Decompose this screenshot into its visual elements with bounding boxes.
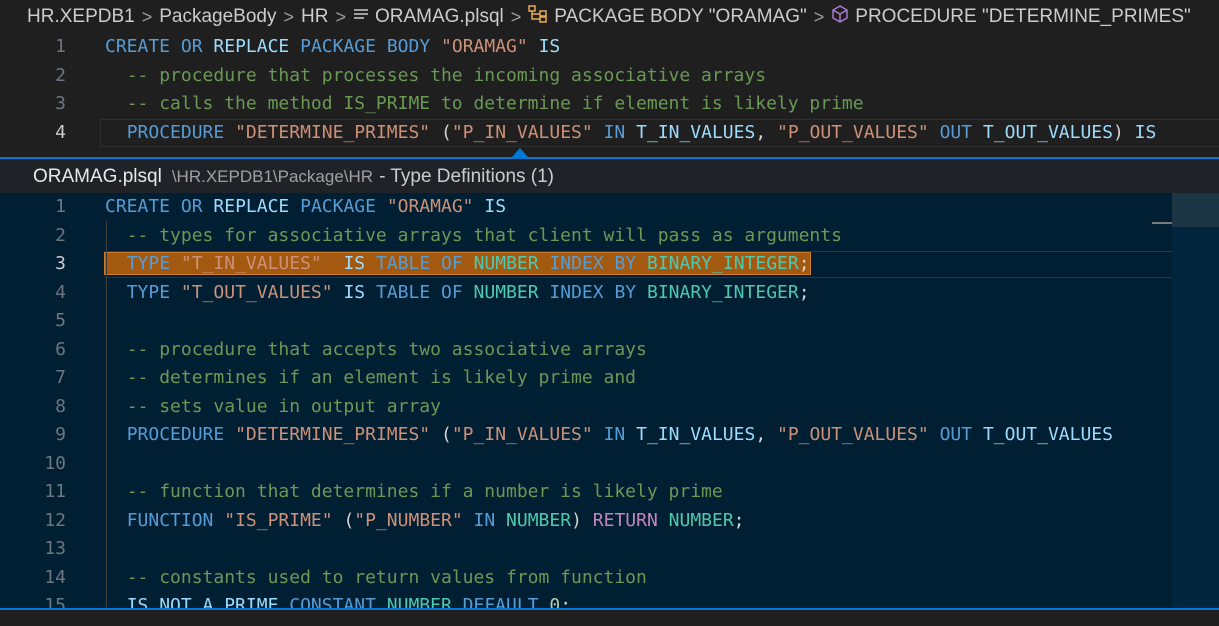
code-line[interactable]: 14 -- constants used to return values fr… bbox=[0, 564, 1219, 593]
indent-guide bbox=[106, 221, 107, 608]
code-text: -- calls the method IS_PRIME to determin… bbox=[126, 93, 864, 114]
line-number: 4 bbox=[55, 121, 66, 143]
code-text: -- function that determines if a number … bbox=[126, 481, 723, 502]
line-number: 5 bbox=[55, 310, 66, 331]
line-number: 2 bbox=[55, 224, 66, 246]
code-line[interactable]: 4 TYPE "T_OUT_VALUES" IS TABLE OF NUMBER… bbox=[0, 279, 1219, 308]
code-line[interactable]: 4 PROCEDURE "DETERMINE_PRIMES" ("P_IN_VA… bbox=[0, 119, 1219, 148]
code-text: -- procedure that accepts two associativ… bbox=[126, 338, 647, 360]
minimap[interactable] bbox=[1172, 193, 1219, 608]
code-text: TYPE "T_OUT_VALUES" IS TABLE OF NUMBER I… bbox=[126, 281, 810, 303]
code-line[interactable]: 12 FUNCTION "IS_PRIME" ("P_NUMBER" IN NU… bbox=[0, 507, 1219, 536]
line-number: 1 bbox=[55, 36, 66, 57]
editor[interactable]: 1 CREATE OR REPLACE PACKAGE BODY "ORAMAG"… bbox=[0, 0, 1219, 157]
code-line[interactable]: 8 -- sets value in output array bbox=[0, 393, 1219, 422]
code-line[interactable]: 1 CREATE OR REPLACE PACKAGE "ORAMAG" IS bbox=[0, 193, 1219, 222]
peek-title: - Type Definitions (1) bbox=[379, 166, 555, 187]
line-number: 9 bbox=[55, 424, 66, 445]
code-line[interactable]: 11 -- function that determines if a numb… bbox=[0, 478, 1219, 507]
peek-pointer bbox=[512, 148, 528, 157]
line-number: 7 bbox=[55, 367, 66, 388]
code-text: -- procedure that processes the incoming… bbox=[126, 64, 767, 86]
peek-editor[interactable]: 1 CREATE OR REPLACE PACKAGE "ORAMAG" IS 2 … bbox=[0, 193, 1219, 608]
line-number: 8 bbox=[55, 395, 66, 417]
line-number: 3 bbox=[55, 253, 66, 274]
code-text: CREATE OR REPLACE PACKAGE "ORAMAG" IS bbox=[105, 196, 507, 217]
code-line[interactable]: 2 -- procedure that processes the incomi… bbox=[0, 62, 1219, 91]
code-line[interactable]: 3 -- calls the method IS_PRIME to determ… bbox=[0, 90, 1219, 119]
code-text: CREATE OR REPLACE PACKAGE BODY "ORAMAG" … bbox=[105, 36, 561, 57]
code-text: -- types for associative arrays that cli… bbox=[126, 224, 842, 246]
code-line[interactable]: 13 bbox=[0, 535, 1219, 564]
line-number: 10 bbox=[44, 452, 66, 474]
code-line[interactable]: 2 -- types for associative arrays that c… bbox=[0, 222, 1219, 251]
code-text: IS_NOT_A_PRIME CONSTANT NUMBER DEFAULT 0… bbox=[126, 595, 572, 608]
code-line[interactable]: 3 TYPE "T_IN_VALUES" IS TABLE OF NUMBER … bbox=[0, 250, 1219, 279]
code-line[interactable]: 1 CREATE OR REPLACE PACKAGE BODY "ORAMAG"… bbox=[0, 33, 1219, 62]
line-number: 13 bbox=[44, 538, 66, 559]
peek-filename[interactable]: ORAMAG.plsql bbox=[33, 166, 162, 188]
scroll-indicator bbox=[1152, 222, 1172, 224]
code-line[interactable]: 6 -- procedure that accepts two associat… bbox=[0, 336, 1219, 365]
code-line[interactable]: 7 -- determines if an element is likely … bbox=[0, 364, 1219, 393]
peek-path: \HR.XEPDB1\Package\HR bbox=[171, 167, 374, 186]
code-text: -- constants used to return values from … bbox=[126, 566, 647, 588]
definition-highlight: TYPE "T_IN_VALUES" IS TABLE OF NUMBER IN… bbox=[104, 252, 811, 275]
code-line[interactable]: 10 bbox=[0, 450, 1219, 479]
peek-header: ORAMAG.plsql \HR.XEPDB1\Package\HR - Typ… bbox=[0, 157, 1219, 195]
code-text: TYPE "T_IN_VALUES" IS TABLE OF NUMBER IN… bbox=[104, 250, 811, 279]
code-line[interactable]: 15 IS_NOT_A_PRIME CONSTANT NUMBER DEFAUL… bbox=[0, 592, 1219, 608]
line-number: 2 bbox=[55, 64, 66, 86]
peek-bottom-border bbox=[0, 608, 1219, 610]
code-text: -- determines if an element is likely pr… bbox=[126, 367, 637, 388]
line-number: 11 bbox=[44, 481, 66, 502]
line-number: 14 bbox=[44, 566, 66, 588]
line-number: 1 bbox=[55, 196, 66, 217]
line-number: 4 bbox=[55, 281, 66, 303]
code-line[interactable]: 9 PROCEDURE "DETERMINE_PRIMES" ("P_IN_VA… bbox=[0, 421, 1219, 450]
minimap-slider[interactable] bbox=[1172, 193, 1219, 227]
line-number: 3 bbox=[55, 93, 66, 114]
code-text: FUNCTION "IS_PRIME" ("P_NUMBER" IN NUMBE… bbox=[126, 509, 745, 531]
line-number: 12 bbox=[44, 509, 66, 531]
code-text: -- sets value in output array bbox=[126, 395, 441, 417]
line-number: 15 bbox=[44, 595, 66, 608]
code-text: PROCEDURE "DETERMINE_PRIMES" ("P_IN_VALU… bbox=[126, 424, 1113, 445]
code-line[interactable]: 5 bbox=[0, 307, 1219, 336]
code-text: PROCEDURE "DETERMINE_PRIMES" ("P_IN_VALU… bbox=[126, 121, 1157, 143]
line-number: 6 bbox=[55, 338, 66, 360]
